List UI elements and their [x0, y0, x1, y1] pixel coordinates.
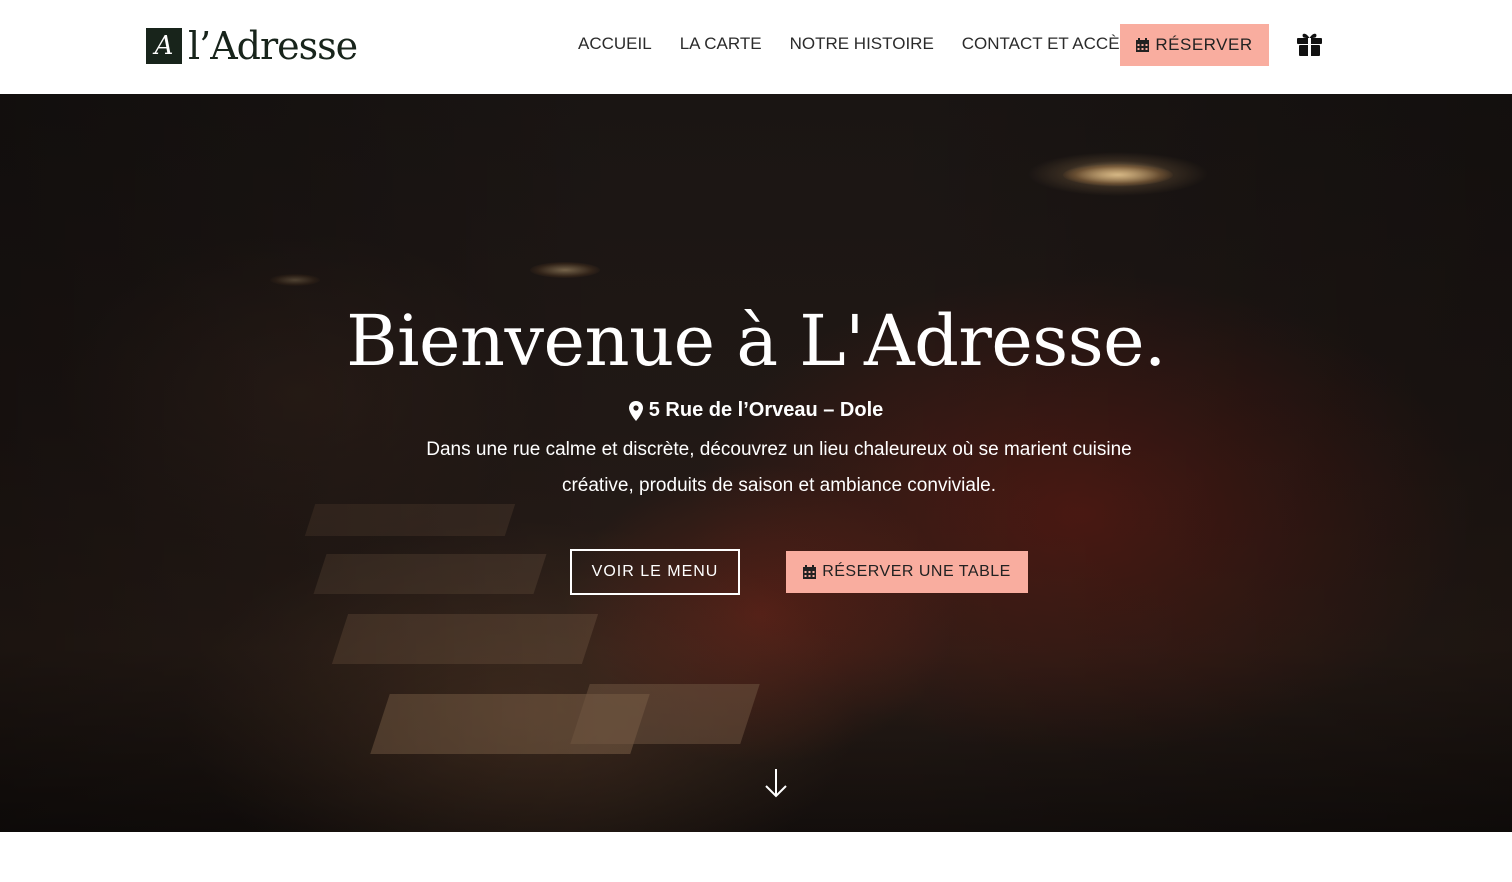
main-nav: ACCUEIL LA CARTE NOTRE HISTOIRE CONTACT … [578, 0, 1131, 88]
reserve-table-button[interactable]: RÉSERVER UNE TABLE [786, 551, 1028, 593]
calendar-icon [803, 565, 817, 579]
logo-mark: A [146, 28, 182, 64]
map-pin-icon [628, 400, 643, 421]
hero-address-text: 5 Rue de l’Orveau – Dole [648, 399, 884, 421]
gift-icon[interactable] [1297, 32, 1322, 56]
reserve-button[interactable]: RÉSERVER [1120, 24, 1269, 66]
logo-mark-letter: A [154, 31, 174, 61]
hero-description: Dans une rue calme et discrète, découvre… [426, 439, 1132, 496]
hero-section: Bienvenue à L'Adresse. 5 Rue de l’Orveau… [0, 94, 1512, 832]
hero-address: 5 Rue de l’Orveau – Dole [0, 399, 1512, 422]
hero-title: Bienvenue à L'Adresse. [346, 300, 1166, 382]
reserve-table-button-label: RÉSERVER UNE TABLE [822, 563, 1011, 580]
view-menu-button-label: VOIR LE MENU [591, 563, 719, 580]
hero-content: Bienvenue à L'Adresse. 5 Rue de l’Orveau… [0, 94, 1512, 832]
site-logo[interactable]: A l’Adresse [146, 24, 358, 68]
site-header: A l’Adresse ACCUEIL LA CARTE NOTRE HISTO… [0, 0, 1512, 94]
reserve-button-label: RÉSERVER [1155, 35, 1253, 54]
arrow-down-icon[interactable] [764, 768, 788, 798]
calendar-icon [1136, 38, 1150, 52]
logo-text: l’Adresse [188, 24, 358, 68]
nav-item-contact[interactable]: CONTACT ET ACCÈS [962, 34, 1131, 54]
nav-item-accueil[interactable]: ACCUEIL [578, 34, 652, 54]
view-menu-button[interactable]: VOIR LE MENU [570, 549, 740, 595]
nav-item-notre-histoire[interactable]: NOTRE HISTOIRE [790, 34, 934, 54]
nav-item-la-carte[interactable]: LA CARTE [680, 34, 762, 54]
